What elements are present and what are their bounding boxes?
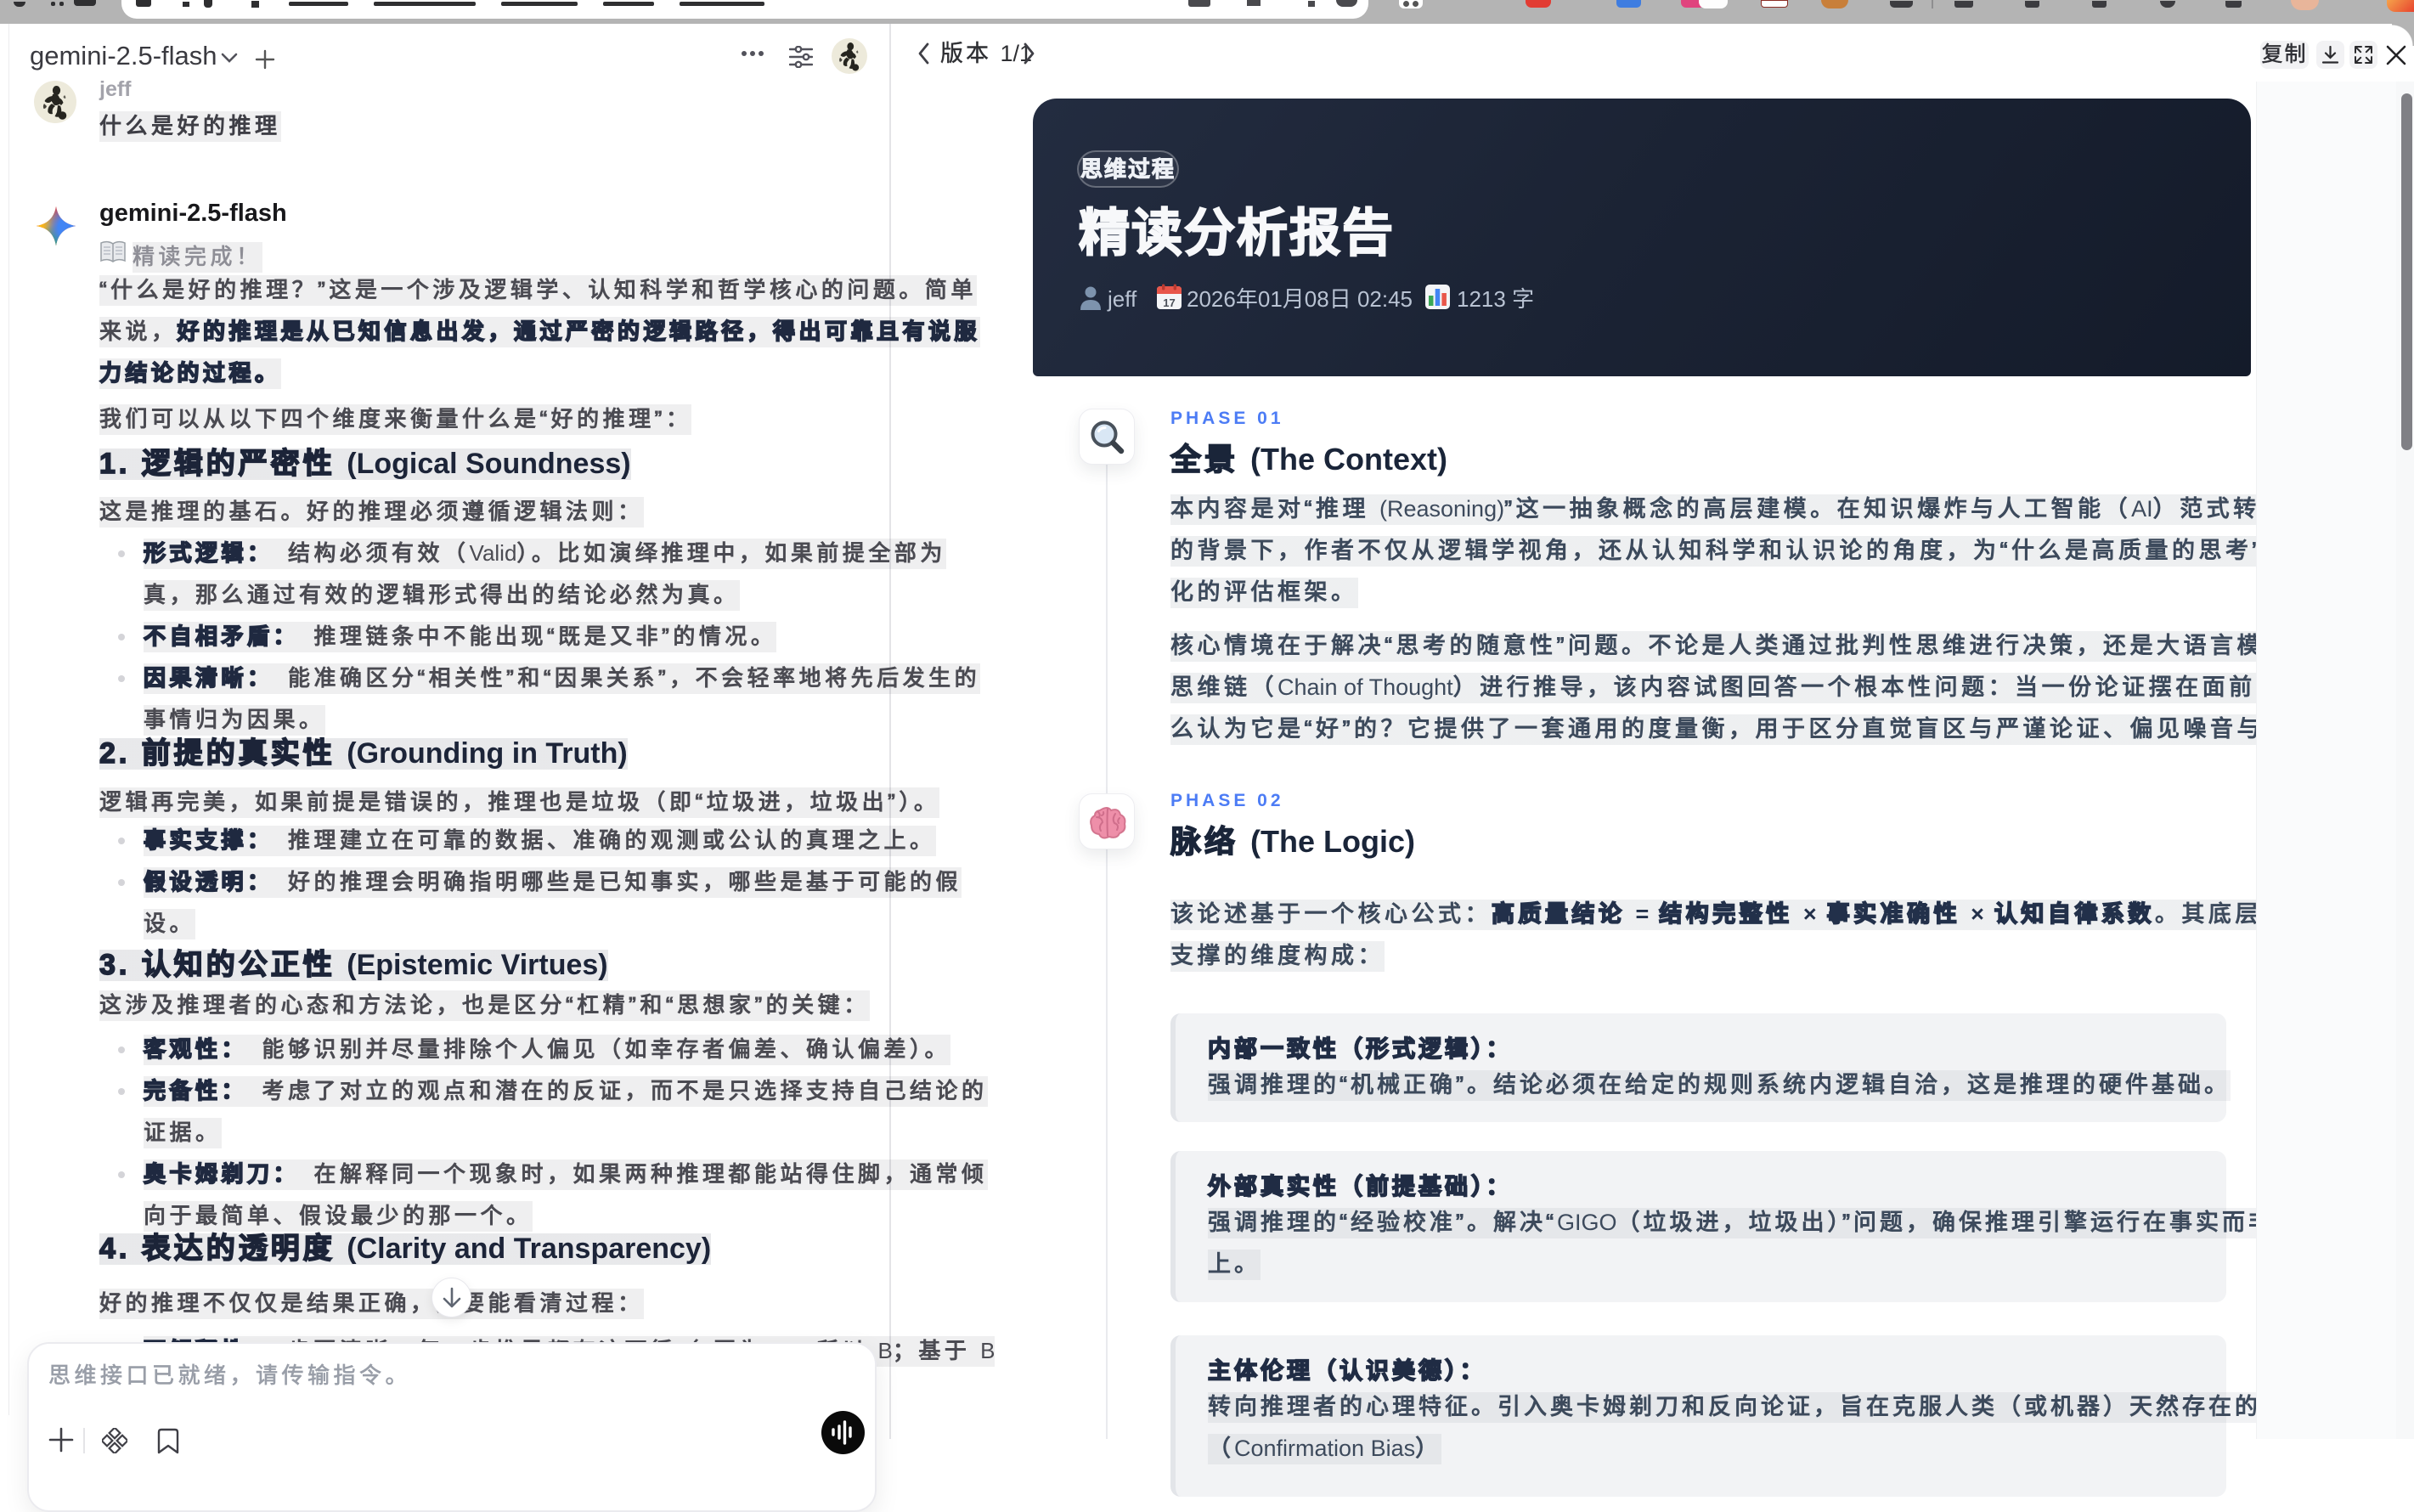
svg-text:17: 17 [1163,296,1175,309]
